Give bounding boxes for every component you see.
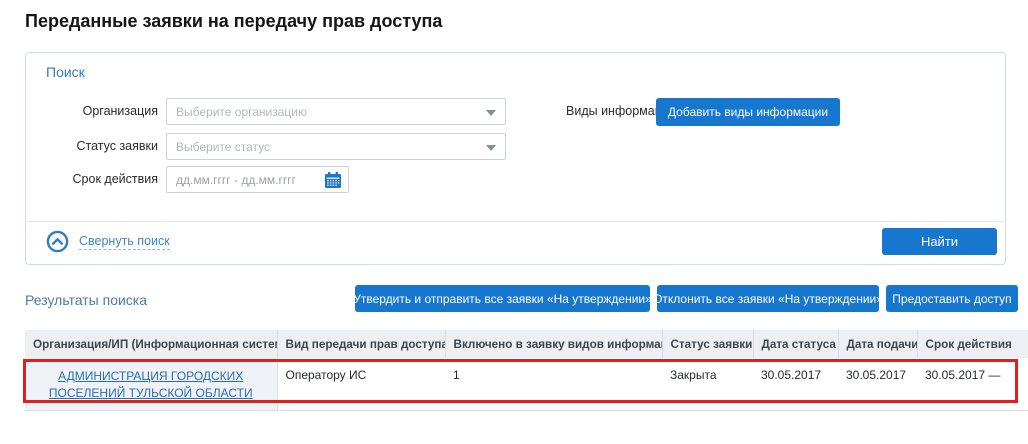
calendar-icon[interactable] <box>324 171 342 189</box>
status-label: Статус заявки <box>43 139 158 153</box>
status-placeholder: Выберите статус <box>176 140 270 154</box>
collapse-search-link[interactable]: Свернуть поиск <box>79 234 170 250</box>
header-status: Статус заявки <box>662 330 753 358</box>
organization-link[interactable]: АДМИНИСТРАЦИЯ ГОРОДСКИХ ПОСЕЛЕНИЙ ТУЛЬСК… <box>49 369 253 400</box>
cell-status: Закрыта <box>662 358 753 410</box>
page-title: Переданные заявки на передачу прав досту… <box>25 11 442 32</box>
cell-submission-date: 30.05.2017 <box>838 358 917 410</box>
validity-date-input[interactable] <box>176 173 324 187</box>
header-organization: Организация/ИП (Информационная система) <box>25 330 277 358</box>
add-info-types-button[interactable]: Добавить виды информации <box>656 98 840 126</box>
header-included-info-types: Включено в заявку видов информации <box>445 330 662 358</box>
cell-status-date: 30.05.2017 <box>753 358 838 410</box>
grant-access-button[interactable]: Предоставить доступ <box>886 285 1018 312</box>
organization-placeholder: Выберите организацию <box>176 105 307 119</box>
status-select[interactable]: Выберите статус <box>166 133 506 160</box>
results-table: Организация/ИП (Информационная система) … <box>25 330 1028 411</box>
organization-select[interactable]: Выберите организацию <box>166 98 506 125</box>
collapse-search-control[interactable]: Свернуть поиск <box>46 230 170 253</box>
header-submission-date: Дата подачи <box>838 330 917 358</box>
panel-divider <box>27 221 1004 222</box>
header-validity: Срок действия <box>917 330 1028 358</box>
approve-all-button[interactable]: Утвердить и отправить все заявки «На утв… <box>355 285 650 312</box>
cell-validity: 30.05.2017 — <box>917 358 1028 410</box>
results-section-title: Результаты поиска <box>25 292 147 308</box>
header-transfer-type: Вид передачи прав доступа <box>277 330 445 358</box>
chevron-down-icon <box>486 145 496 151</box>
cell-included-info-types: 1 <box>445 358 662 410</box>
validity-date-field[interactable] <box>166 166 349 193</box>
reject-all-button[interactable]: Отклонить все заявки «На утверждении» <box>657 285 879 312</box>
cell-transfer-type: Оператору ИС <box>277 358 445 410</box>
organization-label: Организация <box>43 104 158 118</box>
find-button[interactable]: Найти <box>882 228 997 255</box>
validity-label: Срок действия <box>43 172 158 186</box>
chevron-down-icon <box>486 110 496 116</box>
header-status-date: Дата статуса <box>753 330 838 358</box>
search-panel-title: Поиск <box>46 64 85 80</box>
cell-organization: АДМИНИСТРАЦИЯ ГОРОДСКИХ ПОСЕЛЕНИЙ ТУЛЬСК… <box>25 358 277 410</box>
search-panel: Поиск Организация Выберите организацию С… <box>25 52 1006 265</box>
table-header-row: Организация/ИП (Информационная система) … <box>25 330 1028 358</box>
chevron-up-circle-icon <box>46 230 69 253</box>
table-row: АДМИНИСТРАЦИЯ ГОРОДСКИХ ПОСЕЛЕНИЙ ТУЛЬСК… <box>25 358 1028 410</box>
